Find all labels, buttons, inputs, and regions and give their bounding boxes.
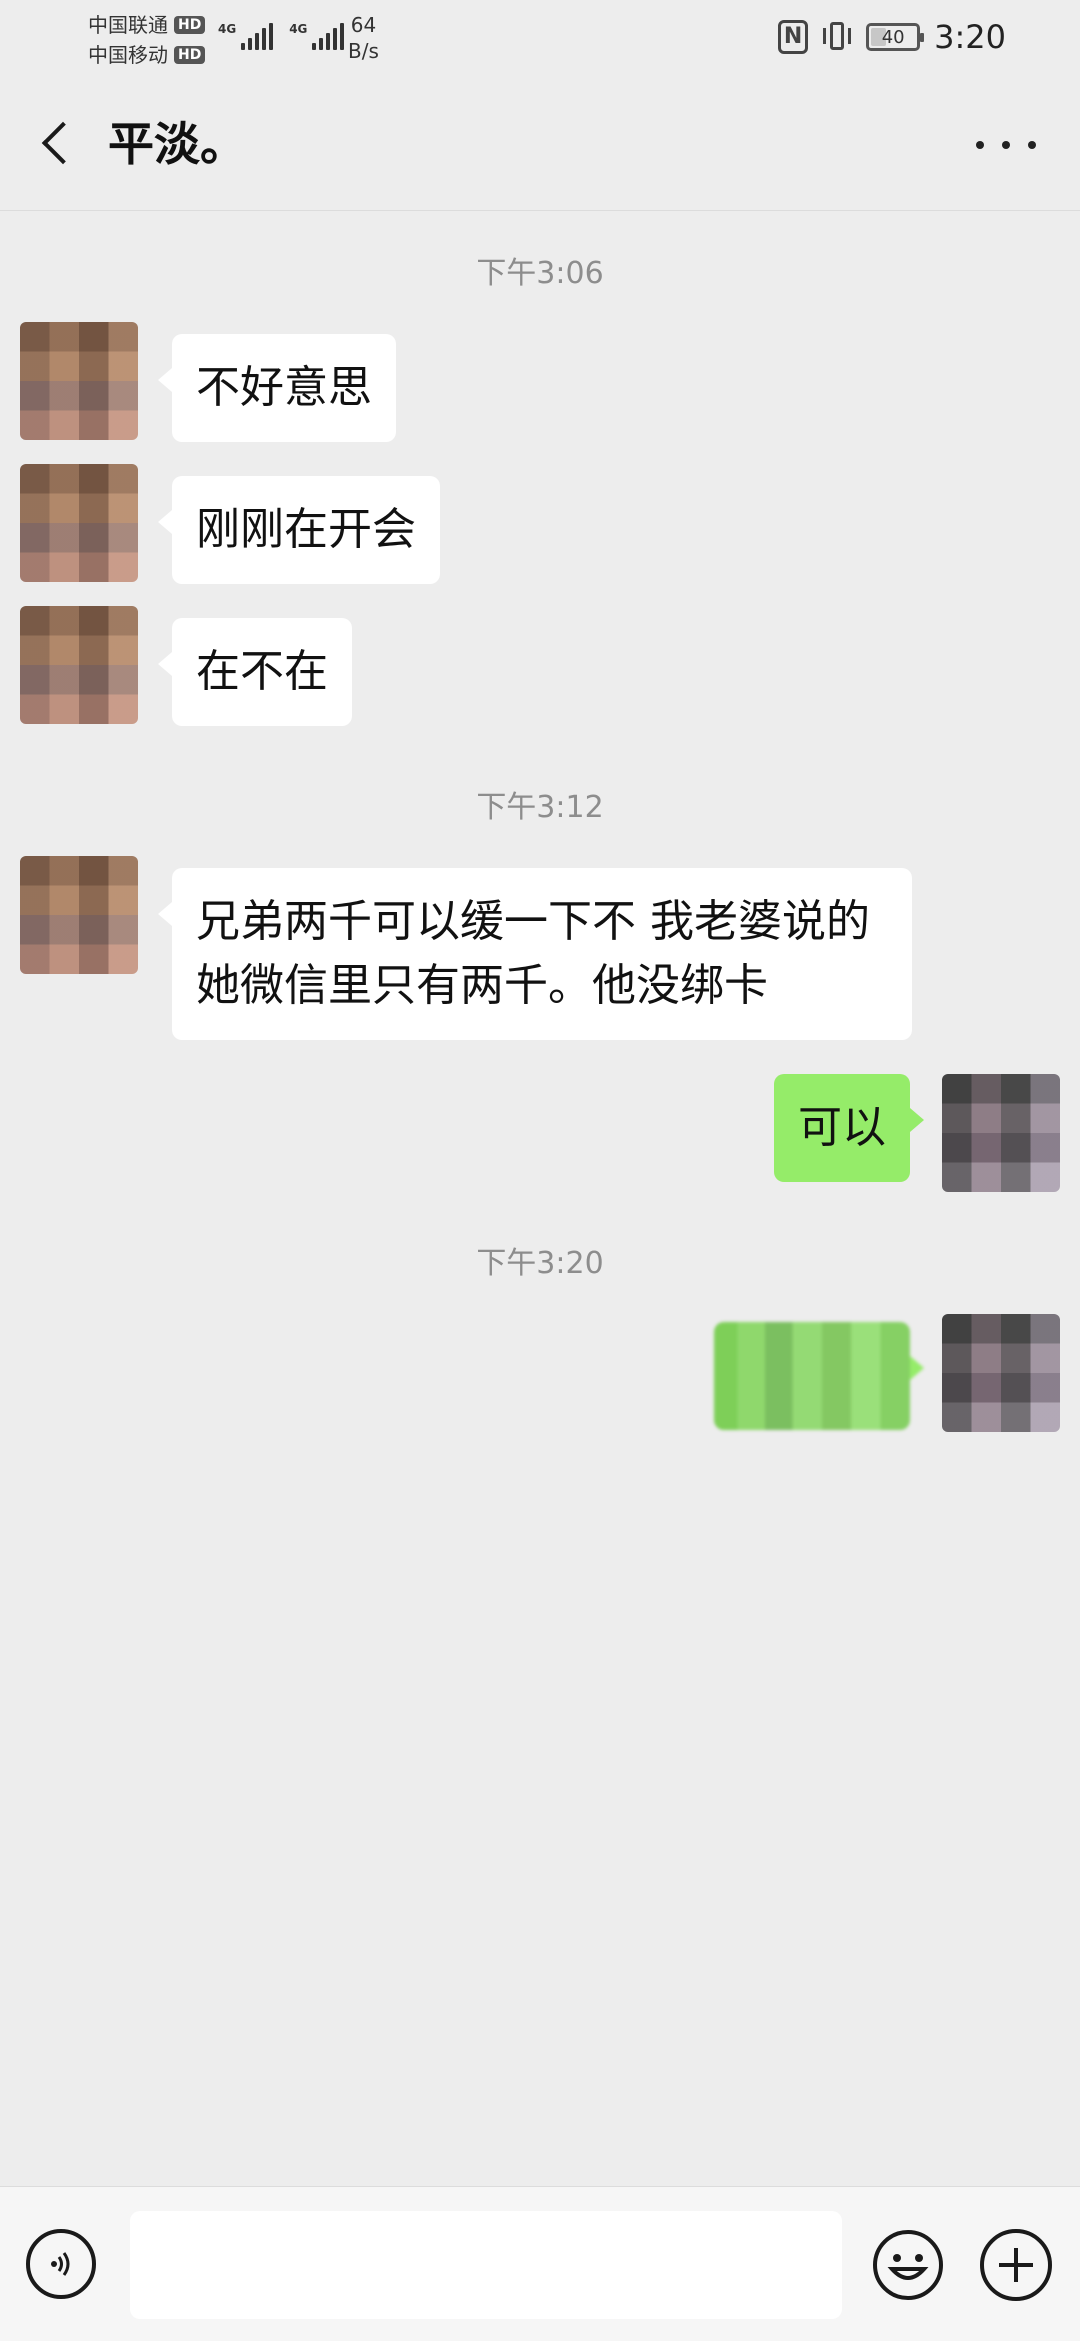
signal-icon-1: 4G xyxy=(218,22,274,50)
message-bubble-incoming[interactable]: 不好意思 xyxy=(158,334,396,442)
network-speed-unit: B/s xyxy=(348,39,379,63)
message-bubble-outgoing[interactable]: 可以 xyxy=(774,1074,924,1182)
message-bubble-incoming[interactable]: 在不在 xyxy=(158,618,352,726)
message-input[interactable] xyxy=(130,2211,842,2319)
plus-icon[interactable] xyxy=(980,2229,1052,2301)
message-bubble-incoming[interactable]: 刚刚在开会 xyxy=(158,476,440,584)
battery-level: 40 xyxy=(881,26,905,48)
signal-indicators: 4G 4G xyxy=(218,22,345,50)
more-dots-icon[interactable] xyxy=(976,130,1036,160)
voice-waves-icon xyxy=(51,2252,70,2276)
carrier-1: 中国联通 xyxy=(88,13,168,37)
avatar[interactable] xyxy=(942,1074,1060,1192)
chat-area[interactable]: 下午3:06 不好意思 刚刚在开会 在不在 下午3:12 兄弟两千可以缓一下不 … xyxy=(0,210,1080,2186)
timestamp: 下午3:20 xyxy=(476,1246,604,1281)
avatar[interactable] xyxy=(20,322,138,440)
carrier-2: 中国移动 xyxy=(88,43,168,67)
hd-badge-2: HD xyxy=(174,46,206,64)
chat-title: 平淡。 xyxy=(108,117,246,171)
network-speed-value: 64 xyxy=(350,13,377,37)
avatar[interactable] xyxy=(942,1314,1060,1432)
vibrate-icon xyxy=(822,20,852,54)
signal-icon-2: 4G xyxy=(289,22,345,50)
message-bubble-incoming[interactable]: 兄弟两千可以缓一下不 我老婆说的她微信里只有两千。他没绑卡 xyxy=(158,868,912,1040)
chevron-left-icon[interactable] xyxy=(34,120,84,170)
avatar[interactable] xyxy=(20,464,138,582)
network-type-2: 4G xyxy=(289,22,308,36)
status-right-group: N 40 3:20 xyxy=(778,18,1006,56)
avatar[interactable] xyxy=(20,856,138,974)
voice-icon[interactable] xyxy=(26,2229,96,2299)
chat-header: 平淡。 xyxy=(0,80,1080,211)
carrier-info: 中国联通 HD 中国移动 HD xyxy=(88,10,206,70)
network-speed: 64 B/s xyxy=(348,12,379,64)
nfc-icon: N xyxy=(778,20,809,54)
battery-icon: 40 xyxy=(866,23,925,51)
timestamp: 下午3:06 xyxy=(476,256,604,291)
emoji-icon[interactable] xyxy=(872,2229,944,2301)
avatar[interactable] xyxy=(20,606,138,724)
message-bubble-outgoing-blurred[interactable] xyxy=(714,1322,924,1430)
smiley-face-icon xyxy=(873,2230,943,2300)
status-bar: 中国联通 HD 中国移动 HD 4G 4G 64 B/s N 40 3:20 xyxy=(0,0,1080,80)
timestamp: 下午3:12 xyxy=(476,790,604,825)
hd-badge-1: HD xyxy=(174,16,206,34)
network-type-1: 4G xyxy=(218,22,237,36)
input-bar xyxy=(0,2186,1080,2341)
status-time: 3:20 xyxy=(934,18,1006,56)
